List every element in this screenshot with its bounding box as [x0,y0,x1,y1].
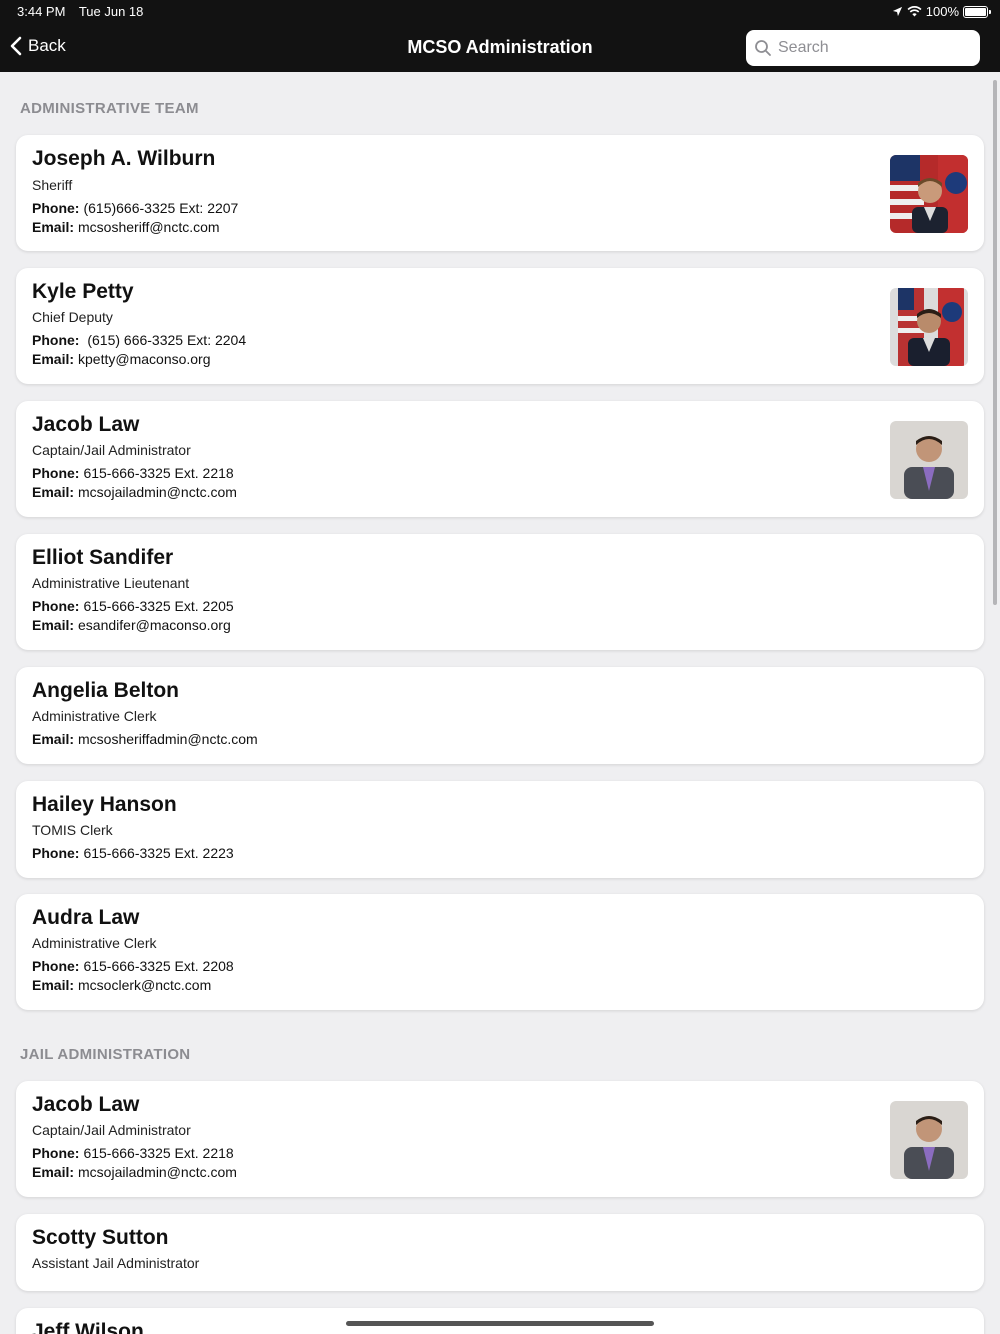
phone-label: Phone: [32,958,80,974]
contact-name: Audra Law [32,906,140,929]
email-label: Email: [32,617,75,633]
contact-email[interactable]: Email: mcsojailadmin@nctc.com [32,484,237,500]
contact-phone[interactable]: Phone: 615-666-3325 Ext. 2218 [32,1145,234,1161]
battery-percent: 100% [925,4,959,19]
contact-photo [890,288,968,366]
phone-label: Phone: [32,598,80,614]
email-value: esandifer@maconso.org [78,617,231,633]
phone-value: 615-666-3325 Ext. 2218 [83,1145,234,1161]
contact-title: Captain/Jail Administrator [32,1122,191,1138]
contact-email[interactable]: Email: esandifer@maconso.org [32,617,231,633]
contact-name: Jacob Law [32,413,140,436]
battery-icon [963,5,991,18]
contact-photo [890,421,968,499]
contact-card-audra-law[interactable]: Audra Law Administrative Clerk Phone: 615… [16,894,984,1010]
email-label: Email: [32,219,75,235]
contact-name: Scotty Sutton [32,1226,169,1249]
phone-value: 615-666-3325 Ext. 2218 [83,465,234,481]
email-label: Email: [32,1164,75,1180]
email-value: mcsosheriff@nctc.com [78,219,220,235]
email-value: mcsojailadmin@nctc.com [78,484,237,500]
contact-card-jacob-law[interactable]: Jacob Law Captain/Jail Administrator Pho… [16,401,984,517]
status-date: Tue Jun 18 [78,4,144,19]
phone-label: Phone: [32,465,80,481]
email-value: kpetty@maconso.org [78,351,211,367]
contact-title: Assistant Jail Administrator [32,1255,200,1271]
contact-title: Administrative Lieutenant [32,575,190,591]
contact-card-angelia-belton[interactable]: Angelia Belton Administrative Clerk Emai… [16,667,984,764]
contact-name: Elliot Sandifer [32,546,174,569]
contact-title: Administrative Clerk [32,708,157,724]
phone-label: Phone: [32,200,80,216]
contact-email[interactable]: Email: mcsosheriff@nctc.com [32,219,220,235]
status-bar-right: 100% [892,4,991,19]
phone-label: Phone: [32,845,80,861]
top-bar: 3:44 PM Tue Jun 18 100% Back MCSO Admini… [0,0,1000,72]
search-field[interactable] [746,30,980,66]
scrollbar[interactable] [993,80,997,605]
contact-phone[interactable]: Phone: 615-666-3325 Ext. 2218 [32,465,234,481]
phone-value: (615) 666-3325 Ext: 2204 [83,332,247,348]
contact-title: TOMIS Clerk [32,822,113,838]
contact-title: Chief Deputy [32,309,113,325]
home-indicator[interactable] [346,1321,654,1326]
contact-card-hailey-hanson[interactable]: Hailey Hanson TOMIS Clerk Phone: 615-666-… [16,781,984,878]
contact-name: Joseph A. Wilburn [32,147,216,170]
contact-phone[interactable]: Phone: 615-666-3325 Ext. 2208 [32,958,234,974]
contact-email[interactable]: Email: mcsoclerk@nctc.com [32,977,211,993]
contact-phone[interactable]: Phone: 615-666-3325 Ext. 2223 [32,845,234,861]
contact-card-scotty-sutton[interactable]: Scotty Sutton Assistant Jail Administrat… [16,1214,984,1291]
section-header-jail-administration: JAIL ADMINISTRATION [20,1046,191,1063]
contact-name: Jeff Wilson [32,1320,144,1334]
contact-card-joseph-wilburn[interactable]: Joseph A. Wilburn Sheriff Phone: (615)666… [16,135,984,251]
section-header-administrative-team: ADMINISTRATIVE TEAM [20,100,199,117]
contact-name: Kyle Petty [32,280,134,303]
phone-value: 615-666-3325 Ext. 2205 [83,598,234,614]
contact-email[interactable]: Email: mcsosheriffadmin@nctc.com [32,731,258,747]
status-bar-left: 3:44 PM Tue Jun 18 [17,4,153,19]
contact-photo [890,1101,968,1179]
email-label: Email: [32,351,75,367]
status-time: 3:44 PM [17,4,66,19]
contact-card-elliot-sandifer[interactable]: Elliot Sandifer Administrative Lieutenan… [16,534,984,650]
search-icon [755,40,771,56]
phone-label: Phone: [32,1145,80,1161]
contact-title: Administrative Clerk [32,935,157,951]
contact-phone[interactable]: Phone: 615-666-3325 Ext. 2205 [32,598,234,614]
contact-name: Hailey Hanson [32,793,177,816]
contact-name: Jacob Law [32,1093,140,1116]
phone-label: Phone: [32,332,80,348]
email-value: mcsoclerk@nctc.com [78,977,212,993]
wifi-icon [907,6,922,17]
contact-title: Captain/Jail Administrator [32,442,191,458]
phone-value: (615)666-3325 Ext: 2207 [83,200,239,216]
search-input[interactable] [778,39,968,57]
contact-phone[interactable]: Phone: (615) 666-3325 Ext: 2204 [32,332,246,348]
contact-email[interactable]: Email: kpetty@maconso.org [32,351,211,367]
contact-photo [890,155,968,233]
email-label: Email: [32,731,75,747]
contact-card-jacob-law-jail[interactable]: Jacob Law Captain/Jail Administrator Pho… [16,1081,984,1197]
contact-title: Sheriff [32,177,73,193]
contact-card-kyle-petty[interactable]: Kyle Petty Chief Deputy Phone: (615) 666… [16,268,984,384]
phone-value: 615-666-3325 Ext. 2223 [83,845,234,861]
email-label: Email: [32,977,75,993]
contact-email[interactable]: Email: mcsojailadmin@nctc.com [32,1164,237,1180]
email-value: mcsojailadmin@nctc.com [78,1164,237,1180]
contact-name: Angelia Belton [32,679,180,702]
phone-value: 615-666-3325 Ext. 2208 [83,958,234,974]
location-arrow-icon [892,6,902,17]
email-value: mcsosheriffadmin@nctc.com [78,731,258,747]
contact-phone[interactable]: Phone: (615)666-3325 Ext: 2207 [32,200,238,216]
email-label: Email: [32,484,75,500]
